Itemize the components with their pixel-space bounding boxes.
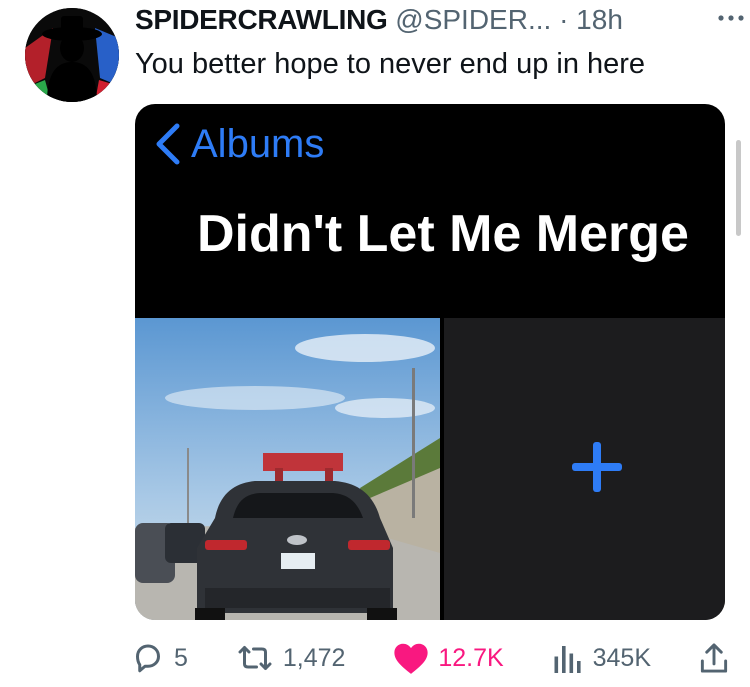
albums-back-label: Albums [191, 121, 325, 166]
author-name[interactable]: SPIDERCRAWLING [135, 4, 388, 35]
reply-icon [136, 644, 160, 673]
reply-button[interactable]: 5 [130, 640, 188, 676]
share-icon [700, 643, 728, 673]
add-photo-tile [444, 318, 725, 620]
retweet-button[interactable]: 1,472 [235, 640, 346, 676]
share-button[interactable] [698, 640, 730, 676]
tweet-time[interactable]: 18h [576, 4, 623, 35]
chevron-left-icon [156, 123, 180, 165]
heart-filled-icon [394, 643, 428, 674]
retweet-count: 1,472 [282, 643, 346, 672]
views-chart-icon [554, 646, 581, 673]
separator-dot: · [559, 4, 569, 35]
album-title: Didn't Let Me Merge [197, 205, 689, 263]
tweet-media[interactable]: Albums Didn't Let Me Merge [135, 104, 725, 620]
more-options-icon[interactable] [716, 6, 746, 30]
tweet-actions: 5 1,472 12.7K 345K [130, 638, 730, 678]
avatar-image [25, 8, 119, 102]
albums-back-button: Albums [153, 114, 324, 174]
tweet-text: You better hope to never end up in here [135, 48, 646, 80]
like-count: 12.7K [438, 643, 504, 672]
views-button[interactable]: 345K [551, 640, 651, 676]
views-count: 345K [592, 643, 652, 672]
scrollbar[interactable] [736, 140, 741, 236]
avatar[interactable] [25, 8, 119, 102]
reply-count: 5 [174, 643, 188, 672]
like-button[interactable]: 12.7K [392, 640, 504, 676]
retweet-icon [238, 646, 272, 670]
tweet-header: SPIDERCRAWLING @SPIDER... · 18h [135, 2, 730, 42]
album-photo [135, 318, 440, 620]
author-handle[interactable]: @SPIDER... [395, 4, 551, 35]
plus-icon [572, 442, 622, 492]
